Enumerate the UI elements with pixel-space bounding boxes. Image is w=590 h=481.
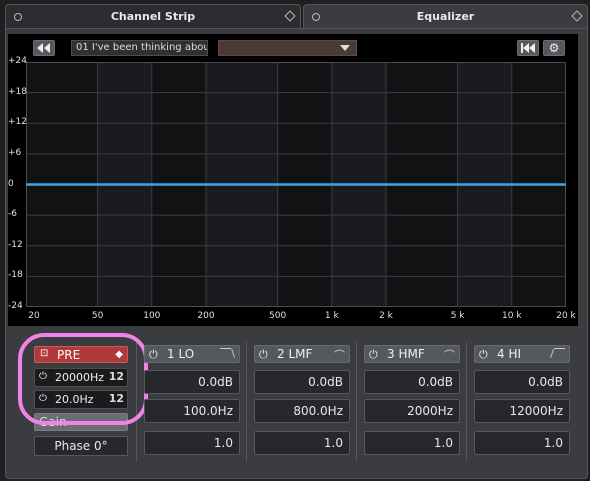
- band-gain-field[interactable]: 0.0dB: [474, 370, 570, 394]
- divider: [246, 342, 247, 462]
- lowpass-freq[interactable]: 20.0Hz: [55, 393, 94, 406]
- highpass-freq[interactable]: 20000Hz: [55, 371, 104, 384]
- power-icon[interactable]: ⏻: [259, 348, 268, 362]
- preset-name-field[interactable]: 01 I've been thinking abou: [71, 40, 208, 56]
- divider: [466, 342, 467, 462]
- band-q-field[interactable]: 1.0: [364, 431, 460, 455]
- back-button[interactable]: [33, 40, 55, 56]
- x-tick-label: 200: [197, 311, 215, 321]
- y-tick-label: +18: [8, 86, 27, 97]
- y-tick-label: -24: [8, 301, 23, 311]
- low-shelf-icon[interactable]: ⎺\: [220, 347, 235, 361]
- phase-button[interactable]: Phase 0°: [34, 436, 128, 456]
- band-freq-field[interactable]: 12000Hz: [474, 399, 570, 423]
- band-gain-field[interactable]: 0.0dB: [254, 370, 350, 394]
- band-q-field[interactable]: 1.0: [144, 431, 240, 455]
- peak-icon[interactable]: ⌒: [444, 347, 455, 363]
- tab-label: Channel Strip: [110, 10, 196, 23]
- gain-button[interactable]: Gain: [34, 413, 128, 431]
- y-tick-label: -12: [8, 239, 23, 250]
- tab-label: Equalizer: [416, 10, 475, 23]
- x-tick-label: 10 k: [502, 311, 522, 321]
- band-q-field[interactable]: 1.0: [474, 431, 570, 455]
- divider: [356, 342, 357, 462]
- power-icon[interactable]: ⏻: [39, 393, 47, 404]
- y-tick-label: +12: [8, 117, 27, 128]
- band-freq-field[interactable]: 2000Hz: [364, 399, 460, 423]
- power-icon[interactable]: ⏻: [479, 348, 488, 362]
- band-freq-field[interactable]: 100.0Hz: [144, 399, 240, 423]
- tag-icon[interactable]: ◆: [115, 349, 123, 360]
- y-tick-label: -18: [8, 270, 23, 281]
- y-tick-label: 0: [8, 178, 14, 189]
- band-gain-field[interactable]: 0.0dB: [144, 370, 240, 394]
- chevron-down-icon: [340, 45, 350, 51]
- band-header-3[interactable]: ⏻ 3 HMF ⌒: [364, 345, 460, 363]
- band-name: 1 LO: [167, 347, 195, 361]
- pre-filter-icon: ⊡: [40, 348, 49, 359]
- y-tick-label: -6: [8, 209, 17, 220]
- x-tick-label: 2 k: [379, 311, 393, 321]
- lowpass-slope[interactable]: 12: [109, 392, 124, 405]
- x-tick-label: 50: [91, 311, 104, 321]
- tab-channel-strip[interactable]: Channel Strip: [5, 4, 301, 28]
- high-shelf-icon[interactable]: /⎺: [550, 347, 565, 361]
- band-name: 4 HI: [497, 347, 522, 361]
- x-tick-label: 5 k: [450, 311, 465, 321]
- x-tick-label: 1 k: [324, 311, 339, 321]
- power-icon[interactable]: ⏻: [149, 348, 158, 362]
- band-q-field[interactable]: 1.0: [254, 431, 350, 455]
- power-icon[interactable]: ⏻: [369, 348, 378, 362]
- band-header-1[interactable]: ⏻ 1 LO ⎺\: [144, 345, 240, 363]
- pre-label: PRE: [57, 348, 81, 362]
- tab-equalizer[interactable]: Equalizer: [303, 4, 588, 28]
- power-icon[interactable]: ⏻: [39, 371, 47, 382]
- x-tick-label: 20 k: [556, 311, 576, 321]
- tab-bar: Channel Strip Equalizer: [0, 0, 590, 28]
- preset-dropdown[interactable]: [218, 40, 357, 56]
- divider: [136, 342, 137, 462]
- y-tick-label: +6: [8, 147, 22, 158]
- highpass-filter[interactable]: ⏻ 20000Hz 12: [34, 368, 128, 387]
- reset-button[interactable]: [517, 40, 539, 56]
- y-tick-label: +24: [8, 56, 27, 66]
- gear-icon: ⚙: [548, 41, 560, 55]
- back-arrows-icon: [37, 43, 50, 53]
- highpass-slope[interactable]: 12: [109, 370, 124, 383]
- skip-back-icon: [521, 43, 535, 53]
- band-freq-field[interactable]: 800.0Hz: [254, 399, 350, 423]
- x-tick-label: 100: [143, 311, 161, 321]
- eq-graph[interactable]: [26, 62, 566, 307]
- band-name: 2 LMF: [277, 347, 313, 361]
- x-tick-label: 20: [28, 311, 40, 321]
- band-gain-field[interactable]: 0.0dB: [364, 370, 460, 394]
- pre-button[interactable]: ⊡ PRE ◆: [34, 346, 128, 363]
- peak-icon[interactable]: ⌒: [334, 347, 345, 363]
- band-header-4[interactable]: ⏻ 4 HI /⎺: [474, 345, 570, 363]
- lowpass-filter[interactable]: ⏻ 20.0Hz 12: [34, 390, 128, 409]
- x-tick-label: 500: [269, 311, 287, 321]
- settings-button[interactable]: ⚙: [543, 40, 565, 56]
- band-name: 3 HMF: [387, 347, 425, 361]
- band-header-2[interactable]: ⏻ 2 LMF ⌒: [254, 345, 350, 363]
